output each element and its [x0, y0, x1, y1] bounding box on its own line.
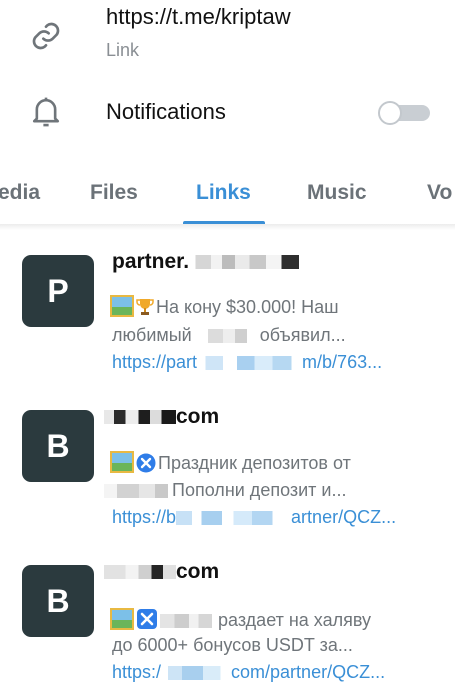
- notifications-label: Notifications: [106, 99, 226, 124]
- redacted-block: [104, 484, 168, 499]
- redacted-block: [197, 356, 303, 371]
- item-description-line2: до 6000+ бонусов USDT за...: [112, 635, 353, 655]
- link-icon: [28, 18, 64, 54]
- redacted-block: [104, 565, 176, 580]
- avatar: B: [22, 565, 94, 637]
- notifications-toggle[interactable]: [378, 101, 430, 125]
- item-description-line1: Праздник депозитов от: [110, 451, 351, 478]
- image-preview-icon: [110, 295, 134, 317]
- link-info-row[interactable]: https://t.me/kriptaw Link: [0, 0, 455, 72]
- redacted-block: [176, 511, 292, 526]
- item-url[interactable]: https:/com/partner/QCZ...: [112, 662, 385, 683]
- item-description-line1: На кону $30.000! Наш: [110, 295, 339, 322]
- redacted-block: [104, 410, 176, 425]
- redacted-block: [161, 666, 232, 681]
- link-caption: Link: [106, 40, 140, 60]
- tab-music[interactable]: Music: [307, 181, 367, 205]
- link-list-item[interactable]: P partner. На кону $30.000! Наш любимый о…: [0, 250, 455, 385]
- toggle-knob: [378, 101, 402, 125]
- image-preview-icon: [110, 608, 134, 630]
- item-url[interactable]: https://part m/b/763...: [112, 352, 382, 373]
- trophy-icon: [136, 297, 154, 322]
- exchange-logo-icon: [136, 608, 158, 635]
- tab-links[interactable]: Links: [196, 181, 251, 205]
- item-url[interactable]: https://b artner/QCZ...: [112, 507, 396, 528]
- redacted-block: [160, 614, 212, 629]
- item-title: partner.: [112, 250, 300, 274]
- bell-icon: [27, 93, 65, 131]
- notifications-row[interactable]: Notifications: [0, 84, 455, 140]
- item-title: com: [104, 560, 219, 584]
- item-description-line2: Пополни депозит и...: [104, 480, 347, 501]
- item-description-line1: раздает на халяву: [110, 608, 371, 635]
- redacted-block: [195, 329, 256, 344]
- avatar: B: [22, 410, 94, 482]
- media-tabs: edia Files Links Music Vo: [0, 166, 455, 224]
- image-preview-icon: [110, 451, 134, 473]
- tab-files[interactable]: Files: [90, 181, 138, 205]
- avatar: P: [22, 255, 94, 327]
- link-list-item[interactable]: B com раздает на халяву до 6000+ бонусов…: [0, 560, 455, 695]
- link-list-item[interactable]: B com Праздник депозитов от Пополни депо…: [0, 405, 455, 540]
- item-description-line2: любимый объявил...: [112, 325, 346, 345]
- exchange-logo-icon: [136, 453, 156, 478]
- redacted-block: [189, 255, 300, 270]
- tab-voice[interactable]: Vo: [427, 181, 452, 205]
- item-title: com: [104, 405, 219, 429]
- tab-media[interactable]: edia: [0, 181, 40, 205]
- link-url[interactable]: https://t.me/kriptaw: [106, 4, 291, 30]
- tabs-divider: [0, 224, 455, 230]
